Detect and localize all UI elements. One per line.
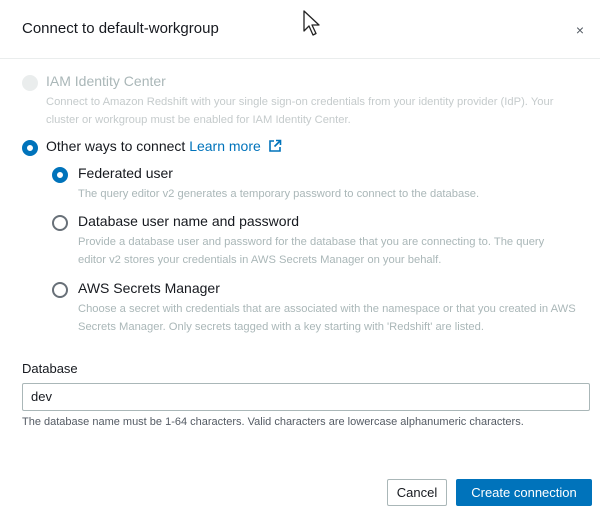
- close-icon[interactable]: ×: [572, 22, 588, 38]
- dbuser-radio[interactable]: [52, 215, 68, 231]
- iam-radio: [22, 75, 38, 91]
- federated-description: The query editor v2 generates a temporar…: [78, 188, 480, 200]
- dbuser-label: Database user name and password: [78, 213, 300, 229]
- cancel-button[interactable]: Cancel: [387, 479, 447, 506]
- mouse-cursor-icon: [303, 10, 320, 36]
- connect-dialog: Connect to default-workgroup × IAM Ident…: [0, 0, 600, 516]
- iam-label: IAM Identity Center: [46, 73, 166, 89]
- iam-description: Connect to Amazon Redshift with your sin…: [46, 96, 554, 126]
- federated-label: Federated user: [78, 165, 173, 181]
- database-label: Database: [22, 361, 78, 376]
- federated-radio[interactable]: [52, 167, 68, 183]
- secrets-description: Choose a secret with credentials that ar…: [78, 303, 576, 333]
- dbuser-description: Provide a database user and password for…: [78, 236, 545, 266]
- other-ways-label: Other ways to connect Learn more: [46, 138, 282, 154]
- other-ways-radio[interactable]: [22, 140, 38, 156]
- dialog-header: Connect to default-workgroup ×: [0, 0, 600, 59]
- external-link-icon[interactable]: [268, 139, 282, 153]
- secrets-radio[interactable]: [52, 282, 68, 298]
- learn-more-link[interactable]: Learn more: [189, 138, 261, 154]
- create-connection-button[interactable]: Create connection: [456, 479, 592, 506]
- secrets-label: AWS Secrets Manager: [78, 280, 220, 296]
- database-hint: The database name must be 1-64 character…: [22, 416, 524, 428]
- database-input[interactable]: dev: [22, 383, 590, 411]
- dialog-title: Connect to default-workgroup: [22, 20, 219, 37]
